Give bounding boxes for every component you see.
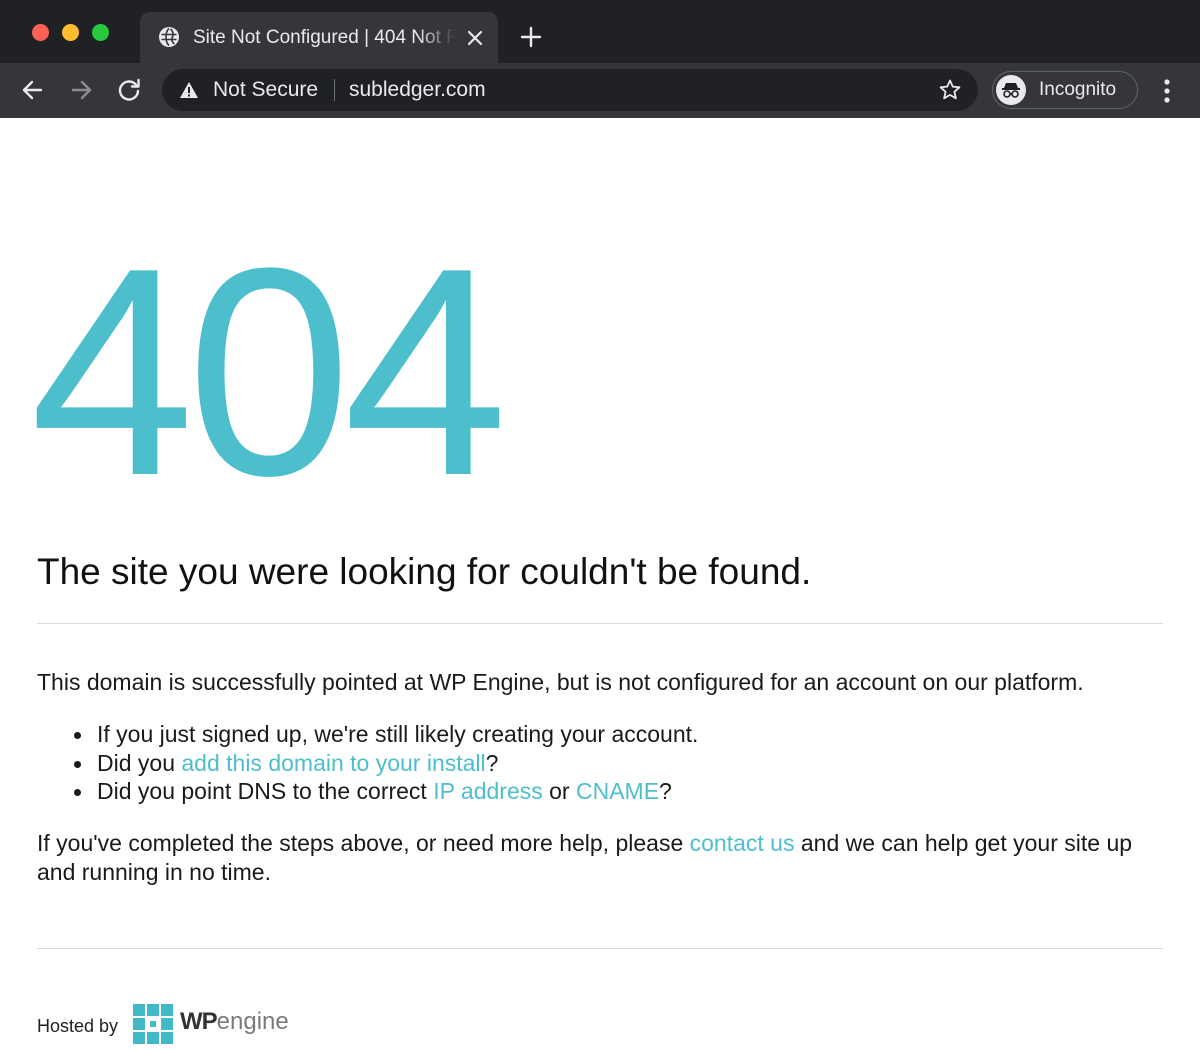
- globe-icon: [159, 27, 179, 47]
- maximize-window-button[interactable]: [92, 24, 109, 41]
- hosted-by-label: Hosted by: [37, 1016, 119, 1036]
- incognito-profile-button[interactable]: Incognito: [992, 71, 1138, 109]
- close-icon[interactable]: [465, 28, 485, 48]
- wordmark-wp: WP: [180, 1008, 218, 1035]
- browser-chrome: Site Not Configured | 404 Not Found: [0, 0, 1200, 118]
- browser-toolbar: Not Secure subledger.com Incognito: [0, 63, 1200, 118]
- help-text: If you've completed the steps above, or …: [37, 829, 1167, 887]
- help-list: If you just signed up, we're still likel…: [73, 720, 699, 806]
- intro-text: This domain is successfully pointed at W…: [37, 669, 1084, 695]
- list-item-text: Did you point DNS to the correct: [97, 778, 434, 804]
- minimize-window-button[interactable]: [62, 24, 79, 41]
- list-item-text: ?: [659, 778, 672, 804]
- list-item: If you just signed up, we're still likel…: [73, 720, 699, 749]
- wp-engine-logo-icon[interactable]: [133, 1004, 173, 1044]
- divider: [37, 623, 1163, 624]
- tab-title: Site Not Configured | 404 Not Found: [193, 27, 455, 48]
- back-icon[interactable]: [19, 76, 47, 104]
- tab-active[interactable]: Site Not Configured | 404 Not Found: [140, 12, 498, 63]
- plus-icon[interactable]: [519, 25, 543, 49]
- list-item: Did you point DNS to the correct IP addr…: [73, 777, 698, 806]
- add-domain-link[interactable]: add this domain to your install: [181, 750, 485, 776]
- warning-icon[interactable]: [179, 80, 199, 100]
- incognito-icon: [1002, 83, 1020, 98]
- kebab-menu-icon[interactable]: [1155, 77, 1179, 105]
- contact-us-link[interactable]: contact us: [690, 830, 795, 856]
- star-icon[interactable]: [938, 78, 962, 102]
- list-item-text: If you just signed up, we're still likel…: [97, 721, 699, 747]
- wordmark-engine: engine: [216, 1008, 289, 1035]
- list-item-text: Did you: [97, 749, 182, 776]
- list-item: Did you add this domain to your install?: [73, 749, 698, 778]
- list-item-text: or: [542, 778, 576, 804]
- forward-icon[interactable]: [67, 76, 95, 104]
- list-item-text: ?: [485, 749, 499, 776]
- omnibox-divider: [334, 79, 335, 101]
- page-headline: The site you were looking for couldn't b…: [37, 551, 812, 592]
- url-text[interactable]: subledger.com: [349, 77, 486, 103]
- error-code: 404: [30, 206, 508, 537]
- ip-address-link[interactable]: IP address: [433, 778, 543, 804]
- divider: [37, 948, 1163, 949]
- help-text-prefix: If you've completed the steps above, or …: [37, 830, 690, 856]
- cname-link[interactable]: CNAME: [576, 778, 659, 804]
- tab-strip: Site Not Configured | 404 Not Found: [0, 0, 1200, 63]
- reload-icon[interactable]: [115, 76, 143, 104]
- address-bar[interactable]: Not Secure subledger.com: [162, 69, 978, 111]
- incognito-label: Incognito: [1039, 79, 1117, 100]
- security-label[interactable]: Not Secure: [213, 77, 318, 103]
- incognito-avatar: [996, 75, 1026, 105]
- wp-engine-wordmark[interactable]: WPengine: [180, 1007, 289, 1037]
- close-window-button[interactable]: [32, 24, 49, 41]
